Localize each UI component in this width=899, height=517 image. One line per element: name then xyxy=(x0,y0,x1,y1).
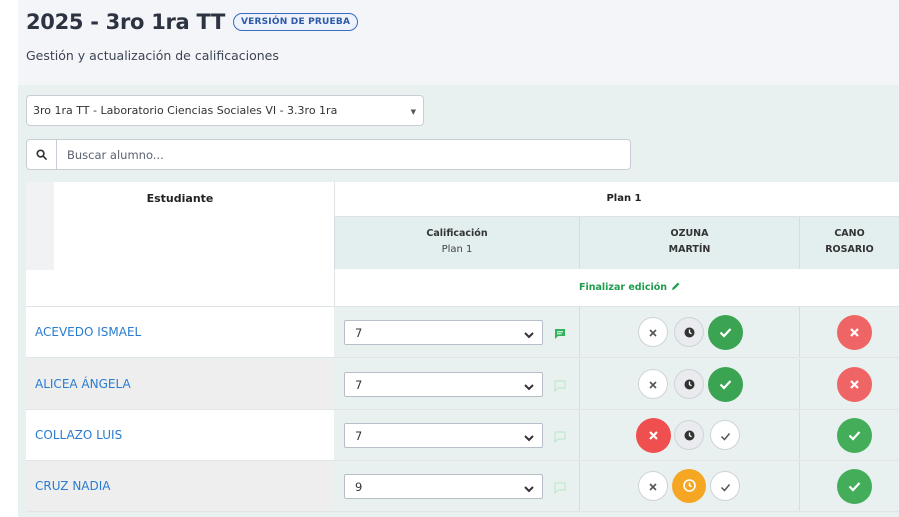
present-button[interactable] xyxy=(837,418,872,453)
close-icon xyxy=(849,375,860,394)
absent-button[interactable] xyxy=(837,367,872,402)
close-icon xyxy=(648,323,658,342)
grade-select[interactable]: 9 xyxy=(344,474,543,499)
chevron-down-icon xyxy=(524,380,534,394)
late-button[interactable] xyxy=(674,420,704,450)
student-name[interactable]: ALICEA ÁNGELA xyxy=(26,359,334,409)
chevron-down-icon xyxy=(524,431,534,445)
grade-select[interactable]: 7 xyxy=(344,320,543,345)
teacher-header-line2: MARTÍN xyxy=(668,244,711,255)
close-icon xyxy=(648,375,658,394)
student-name[interactable]: COLLAZO LUIS xyxy=(26,410,334,460)
chevron-down-icon xyxy=(524,328,534,342)
grade-header-line2: Plan 1 xyxy=(441,244,473,255)
table-row: CRUZ NADIA 9 xyxy=(26,461,899,512)
grade-value: 7 xyxy=(355,377,363,392)
check-icon xyxy=(720,477,731,496)
check-icon xyxy=(720,426,731,445)
absent-button[interactable] xyxy=(636,418,671,453)
finalize-row: Finalizar edición xyxy=(334,269,899,307)
clock-icon xyxy=(684,323,695,342)
grade-select[interactable]: 7 xyxy=(344,423,543,448)
check-icon xyxy=(848,477,861,496)
comment-icon[interactable] xyxy=(554,428,566,447)
absent-button[interactable] xyxy=(638,471,668,501)
chevron-down-icon xyxy=(524,482,534,496)
absent-button[interactable] xyxy=(638,317,668,347)
late-button[interactable] xyxy=(674,369,704,399)
comment-icon[interactable] xyxy=(554,479,566,498)
course-select[interactable]: 3ro 1ra TT - Laboratorio Ciencias Social… xyxy=(26,95,424,126)
table-row: COLLAZO LUIS 7 xyxy=(26,410,899,461)
student-name[interactable]: CRUZ NADIA xyxy=(26,461,334,511)
absent-button[interactable] xyxy=(837,315,872,350)
check-icon xyxy=(719,375,732,394)
check-icon xyxy=(719,323,732,342)
trial-version-badge: VERSIÓN DE PRUEBA xyxy=(232,13,359,31)
close-icon xyxy=(849,323,860,342)
pencil-icon xyxy=(671,281,681,294)
comment-icon[interactable] xyxy=(554,377,566,396)
teacher-header-line1: CANO xyxy=(834,228,865,239)
table-row: ALICEA ÁNGELA 7 xyxy=(26,359,899,410)
table-row: ACEVEDO ISMAEL 7 xyxy=(26,307,899,358)
teacher-header-line2: ROSARIO xyxy=(825,244,874,255)
plan-header: Plan 1 xyxy=(334,182,899,217)
student-column-header: Estudiante xyxy=(26,182,334,307)
student-name[interactable]: ACEVEDO ISMAEL xyxy=(26,307,334,357)
grade-header-line1: Calificación xyxy=(426,228,488,239)
clock-icon xyxy=(684,426,695,445)
present-button[interactable] xyxy=(710,420,740,450)
absent-button[interactable] xyxy=(638,369,668,399)
teacher-header-line1: OZUNA xyxy=(670,228,709,239)
present-button[interactable] xyxy=(710,471,740,501)
check-icon xyxy=(848,426,861,445)
caret-down-icon: ▼ xyxy=(410,108,416,116)
student-header-label: Estudiante xyxy=(146,192,214,205)
course-select-value: 3ro 1ra TT - Laboratorio Ciencias Social… xyxy=(33,104,338,117)
page-subtitle: Gestión y actualización de calificacione… xyxy=(26,48,279,63)
late-button[interactable] xyxy=(674,317,704,347)
finalize-edit-label: Finalizar edición xyxy=(579,282,668,293)
clock-icon xyxy=(682,477,696,496)
close-icon xyxy=(648,477,658,496)
grade-value: 7 xyxy=(355,428,363,443)
teacher-column-header-ozuna: OZUNA MARTÍN xyxy=(579,217,799,269)
clock-icon xyxy=(684,375,695,394)
search-input[interactable]: Buscar alumno... xyxy=(57,148,164,162)
plan-header-label: Plan 1 xyxy=(606,193,642,204)
close-icon xyxy=(648,426,659,445)
grade-column-header: Calificación Plan 1 xyxy=(334,217,579,269)
comment-icon[interactable] xyxy=(554,325,566,344)
page-title: 2025 - 3ro 1ra TT xyxy=(26,10,225,34)
search-box[interactable]: Buscar alumno... xyxy=(26,139,631,170)
teacher-column-header-cano: CANO ROSARIO xyxy=(799,217,899,269)
grade-value: 7 xyxy=(355,325,363,340)
page-header: 2025 - 3ro 1ra TT VERSIÓN DE PRUEBA Gest… xyxy=(18,0,899,85)
grade-select[interactable]: 7 xyxy=(344,372,543,397)
present-button[interactable] xyxy=(708,367,743,402)
present-button[interactable] xyxy=(708,315,743,350)
search-icon[interactable] xyxy=(27,140,57,169)
present-button[interactable] xyxy=(837,469,872,504)
finalize-edit-link[interactable]: Finalizar edición xyxy=(579,281,681,294)
late-button[interactable] xyxy=(672,469,706,503)
grade-value: 9 xyxy=(355,479,363,494)
